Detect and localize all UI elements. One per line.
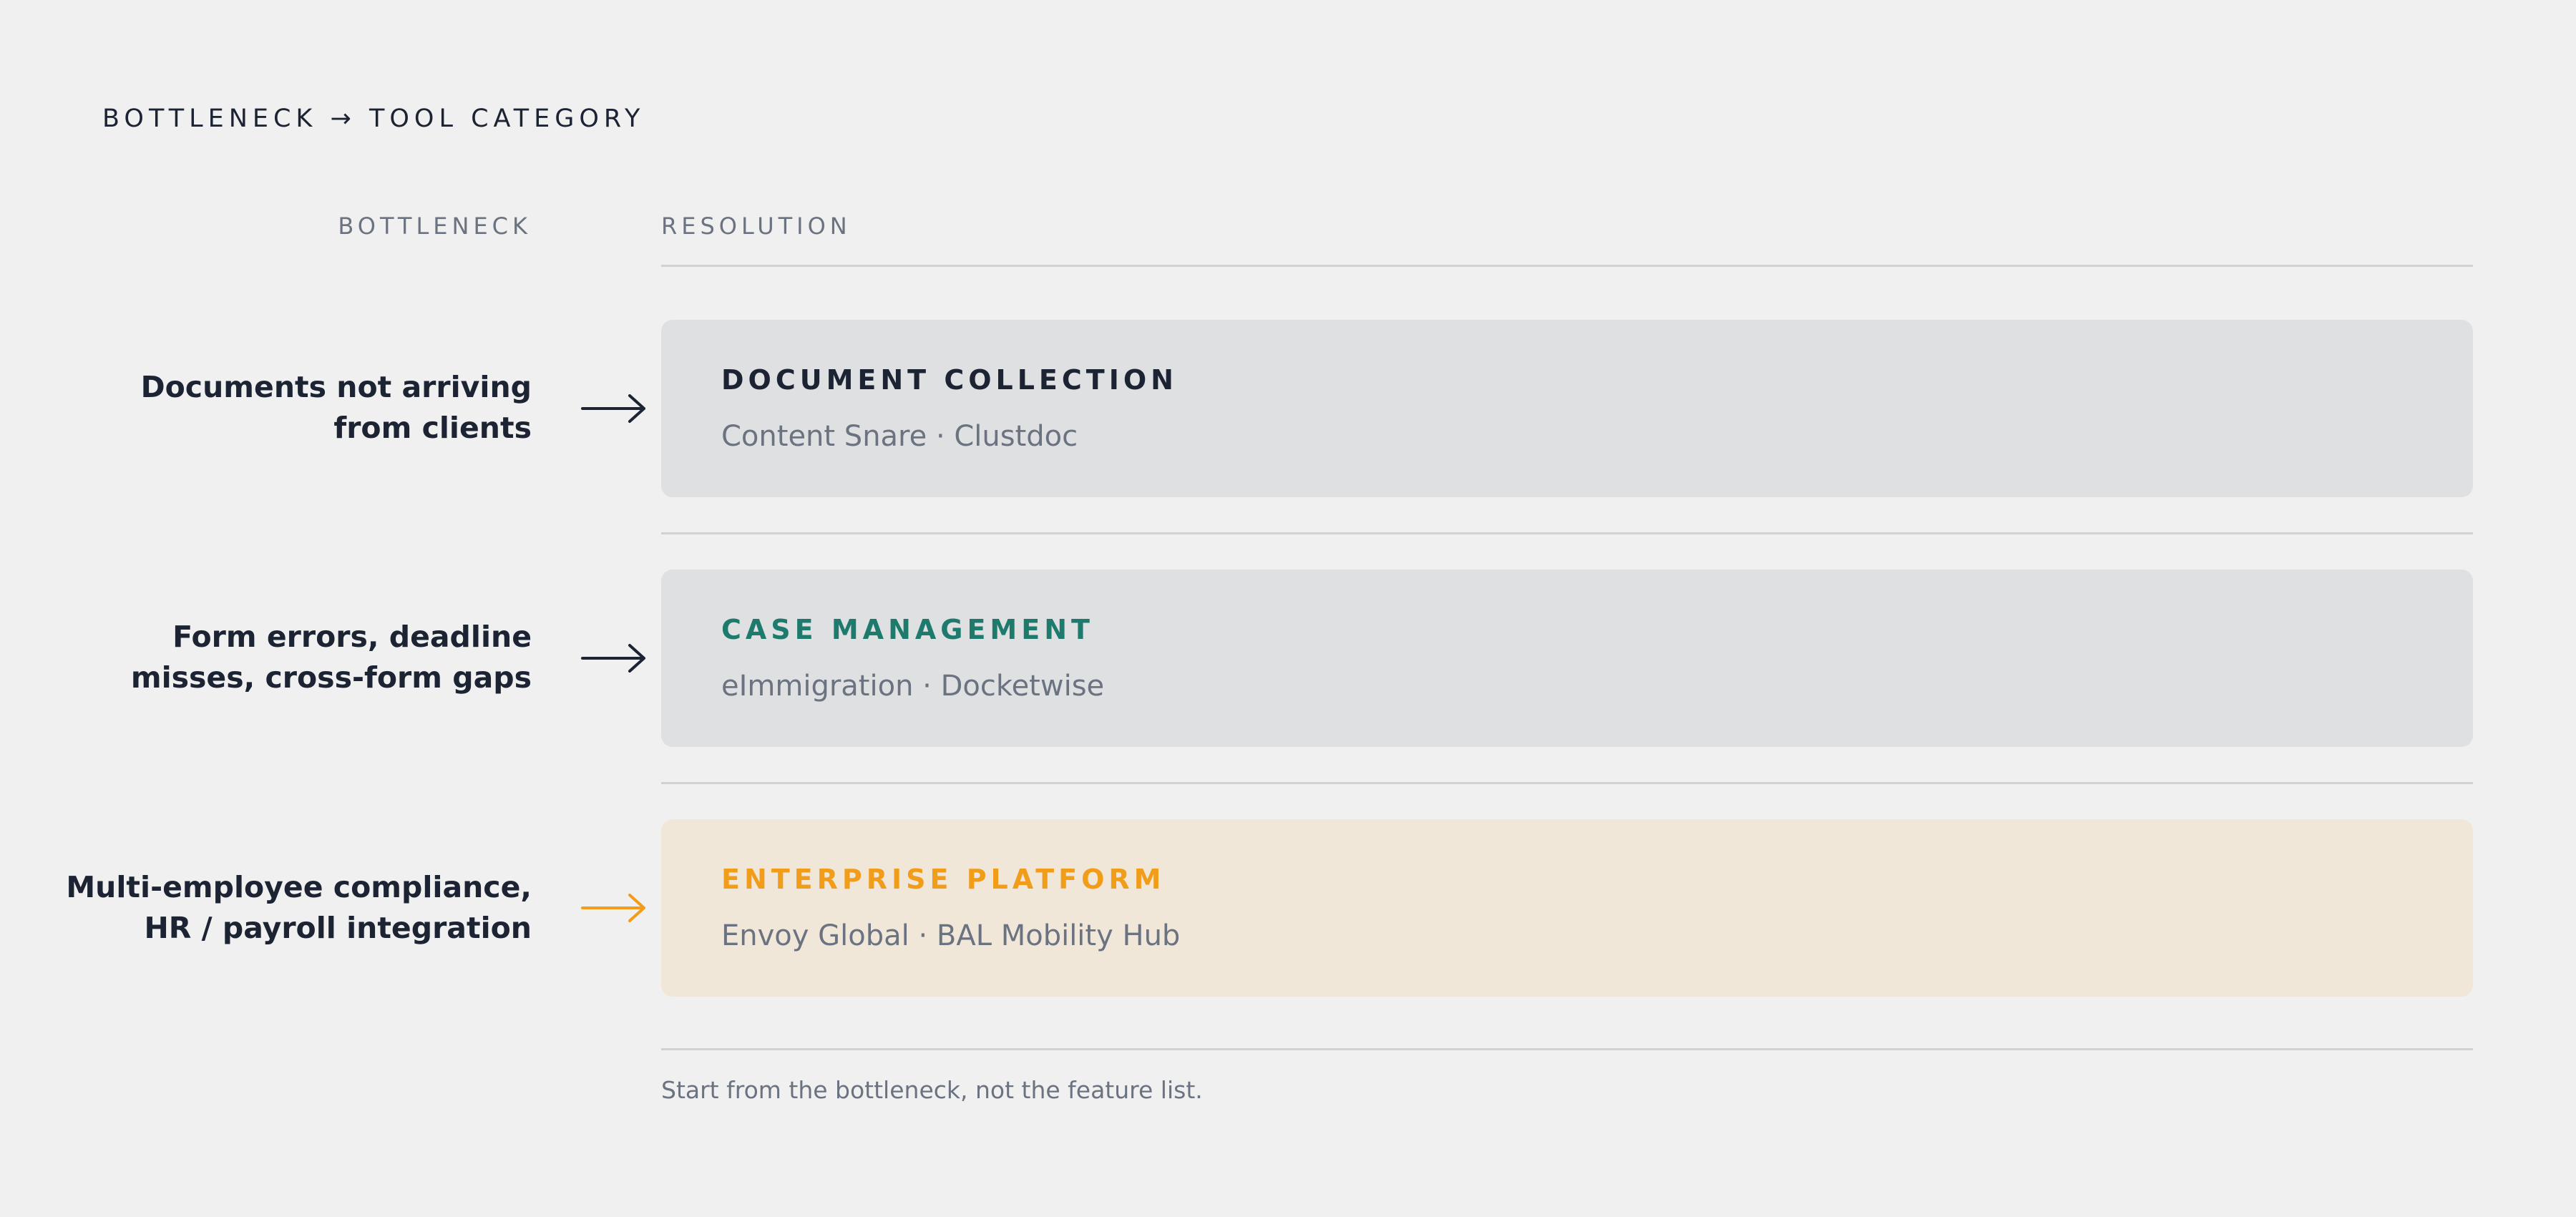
category-card-document-collection: DOCUMENT COLLECTION Content Snare · Clus… (661, 320, 2473, 497)
right-arrow-icon (581, 894, 645, 922)
right-arrow-icon (581, 644, 645, 673)
bottleneck-line: from clients (333, 411, 532, 445)
row-divider (661, 532, 2473, 534)
category-title: ENTERPRISE PLATFORM (721, 864, 1166, 895)
page-title: BOTTLENECK → TOOL CATEGORY (102, 104, 645, 133)
bottleneck-label-document-collection: Documents not arriving from clients (16, 367, 532, 449)
right-arrow-icon (581, 394, 645, 423)
category-tools: Envoy Global · BAL Mobility Hub (721, 919, 1181, 952)
bottleneck-label-enterprise-platform: Multi-employee compliance, HR / payroll … (16, 867, 532, 949)
footer-divider (661, 1048, 2473, 1050)
category-tools: eImmigration · Docketwise (721, 670, 1105, 703)
category-title: CASE MANAGEMENT (721, 614, 1094, 645)
footnote: Start from the bottleneck, not the featu… (661, 1076, 1203, 1104)
bottleneck-label-case-management: Form errors, deadline misses, cross-form… (16, 617, 532, 698)
category-tools: Content Snare · Clustdoc (721, 420, 1078, 453)
bottleneck-line: HR / payroll integration (144, 911, 532, 945)
row-divider (661, 782, 2473, 784)
header-divider (661, 265, 2473, 267)
bottleneck-line: Form errors, deadline (172, 620, 532, 654)
bottleneck-line: Documents not arriving (140, 370, 532, 404)
bottleneck-line: misses, cross-form gaps (130, 660, 532, 695)
column-header-bottleneck: BOTTLENECK (338, 212, 532, 240)
category-card-enterprise-platform: ENTERPRISE PLATFORM Envoy Global · BAL M… (661, 819, 2473, 997)
bottleneck-line: Multi-employee compliance, (66, 870, 532, 904)
category-title: DOCUMENT COLLECTION (721, 364, 1178, 396)
category-card-case-management: CASE MANAGEMENT eImmigration · Docketwis… (661, 570, 2473, 747)
column-header-resolution: RESOLUTION (661, 212, 852, 240)
